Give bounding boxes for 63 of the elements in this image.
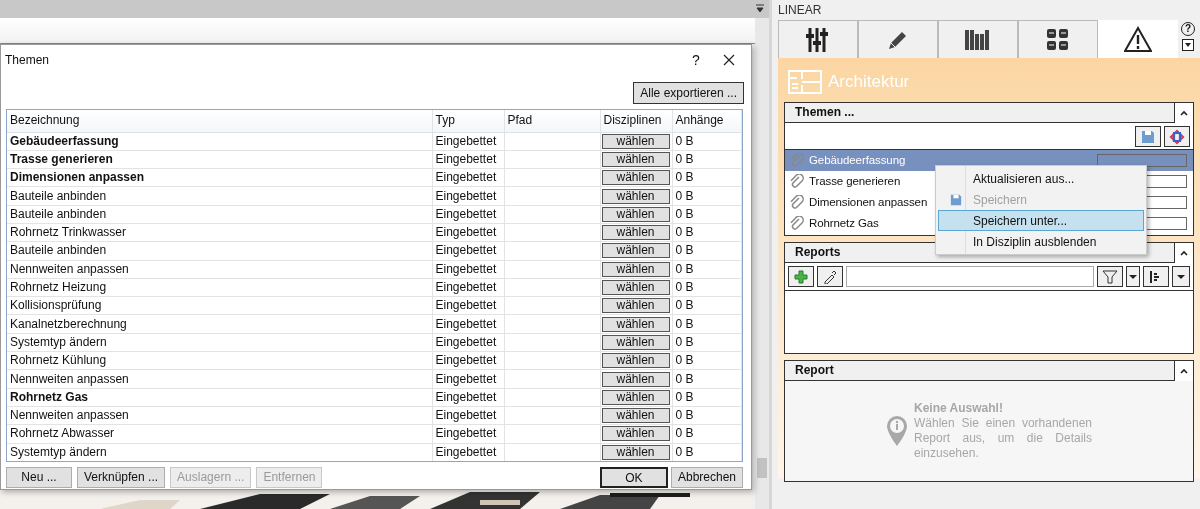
table-cell: Eingebettet [432, 369, 504, 389]
table-cell: Bauteile anbinden [7, 205, 432, 224]
table-cell: Eingebettet [432, 168, 504, 187]
table-cell: Kanalnetzberechnung [7, 314, 432, 334]
dialog-title: Themen [5, 52, 51, 69]
table-cell: Eingebettet [432, 205, 504, 224]
table-cell: Eingebettet [432, 186, 504, 206]
table-cell: Eingebettet [432, 314, 504, 334]
table-cell: Dimensionen anpassen [7, 168, 432, 187]
table-cell: 0 B [672, 205, 742, 224]
table-cell: 0 B [672, 150, 742, 169]
table-cell: Eingebettet [432, 424, 504, 444]
theme-label: Rohrnetz Gas [809, 215, 879, 231]
table-cell: Eingebettet [432, 296, 504, 315]
table-cell: Rohrnetz Kühlung [7, 351, 432, 370]
table-cell: Eingebettet [432, 388, 504, 407]
table-cell: 0 B [672, 260, 742, 279]
table-cell: 0 B [672, 168, 742, 187]
table-cell: Nennweiten anpassen [7, 369, 432, 389]
table-cell: Rohrnetz Trinkwasser [7, 223, 432, 242]
table-cell: Bauteile anbinden [7, 241, 432, 261]
table-cell: 0 B [672, 223, 742, 242]
table-cell: Trasse generieren [7, 150, 432, 169]
message-title: Keine Auswahl! [914, 401, 1004, 416]
table-cell: Eingebettet [432, 223, 504, 242]
table-cell: 0 B [672, 351, 742, 370]
table-cell: Eingebettet [432, 278, 504, 297]
table-cell: Eingebettet [432, 132, 504, 151]
table-cell: Rohrnetz Heizung [7, 278, 432, 297]
table-cell: 0 B [672, 388, 742, 407]
table-cell: Eingebettet [432, 406, 504, 425]
table-cell: Rohrnetz Abwasser [7, 424, 432, 444]
table-cell: Nennweiten anpassen [7, 406, 432, 425]
table-cell: 0 B [672, 278, 742, 297]
table-cell: 0 B [672, 333, 742, 352]
table-cell: Eingebettet [432, 241, 504, 261]
table-cell: 0 B [672, 406, 742, 425]
theme-label: Trasse generieren [809, 173, 901, 189]
table-cell: 0 B [672, 314, 742, 334]
table-cell: Kollisionsprüfung [7, 296, 432, 315]
theme-label: Gebäudeerfassung [809, 152, 906, 168]
table-cell: Bauteile anbinden [7, 186, 432, 206]
table-cell: 0 B [672, 369, 742, 389]
message-text: Wählen Sie einen vorhandenen Report aus, um die Details einzusehen. [914, 416, 1092, 461]
table-cell: Eingebettet [432, 351, 504, 370]
table-cell: 0 B [672, 443, 742, 461]
table-cell: Systemtyp ändern [7, 443, 432, 461]
table-cell: Eingebettet [432, 150, 504, 169]
table-cell: 0 B [672, 186, 742, 206]
table-cell: 0 B [672, 241, 742, 261]
table-cell: Eingebettet [432, 443, 504, 461]
discipline-title: Architektur [828, 71, 910, 94]
table-cell: Rohrnetz Gas [7, 388, 432, 407]
table-cell: Nennweiten anpassen [7, 260, 432, 279]
table-cell: Eingebettet [432, 260, 504, 279]
table-cell: Gebäudeerfassung [7, 132, 432, 151]
table-cell: Systemtyp ändern [7, 333, 432, 352]
table-cell: 0 B [672, 424, 742, 444]
theme-label: Dimensionen anpassen [809, 194, 928, 210]
table-cell: Eingebettet [432, 333, 504, 352]
table-cell: 0 B [672, 132, 742, 151]
table-cell: 0 B [672, 296, 742, 315]
panel-title: LINEAR [778, 2, 823, 19]
